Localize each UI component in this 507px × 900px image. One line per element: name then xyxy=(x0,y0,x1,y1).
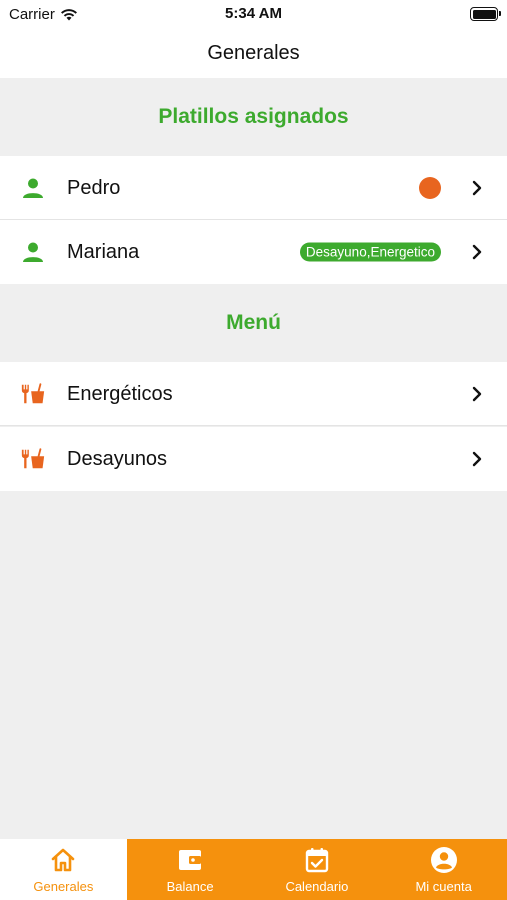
list-item-label: Mariana xyxy=(67,240,140,263)
tab-balance[interactable]: Balance xyxy=(127,839,254,900)
status-time: 5:34 AM xyxy=(225,5,282,22)
status-dot xyxy=(419,177,441,199)
tab-label: Mi cuenta xyxy=(415,879,472,894)
food-drink-icon xyxy=(20,446,46,472)
section-header-menu: Menú xyxy=(0,284,507,362)
list-item-energeticos[interactable]: Energéticos xyxy=(0,362,507,426)
section-title-assigned: Platillos asignados xyxy=(158,105,349,128)
section-title-menu: Menú xyxy=(226,311,281,334)
list-item-label: Energéticos xyxy=(67,382,173,405)
section-header-assigned: Platillos asignados xyxy=(0,78,507,156)
list-item-label: Desayunos xyxy=(67,447,168,470)
status-badge: Desayuno,Energetico xyxy=(299,242,441,262)
tab-label: Calendario xyxy=(285,879,349,894)
person-icon xyxy=(20,175,46,201)
home-icon xyxy=(48,845,78,875)
list-item-mariana[interactable]: Mariana Desayuno,Energetico xyxy=(0,220,507,284)
tab-bar: Generales Balance Calendario Mi cuenta xyxy=(0,839,507,900)
list-item-desayunos[interactable]: Desayunos xyxy=(0,427,507,491)
chevron-right-icon xyxy=(472,180,482,196)
account-icon xyxy=(429,845,459,875)
list-item-pedro[interactable]: Pedro xyxy=(0,156,507,220)
list-item-label: Pedro xyxy=(67,176,121,199)
tab-label: Balance xyxy=(166,879,214,894)
food-drink-icon xyxy=(20,381,46,407)
status-bar: Carrier 5:34 AM xyxy=(0,0,507,28)
chevron-right-icon xyxy=(472,451,482,467)
wallet-icon xyxy=(175,845,205,875)
tab-generales[interactable]: Generales xyxy=(0,839,127,900)
tab-label: Generales xyxy=(33,879,94,894)
chevron-right-icon xyxy=(472,386,482,402)
navigation-bar: Generales xyxy=(0,28,507,78)
person-icon xyxy=(20,239,46,265)
battery-icon xyxy=(470,7,501,21)
calendar-check-icon xyxy=(302,845,332,875)
page-title: Generales xyxy=(207,41,300,64)
tab-calendario[interactable]: Calendario xyxy=(254,839,381,900)
chevron-right-icon xyxy=(472,244,482,260)
tab-mi-cuenta[interactable]: Mi cuenta xyxy=(380,839,507,900)
